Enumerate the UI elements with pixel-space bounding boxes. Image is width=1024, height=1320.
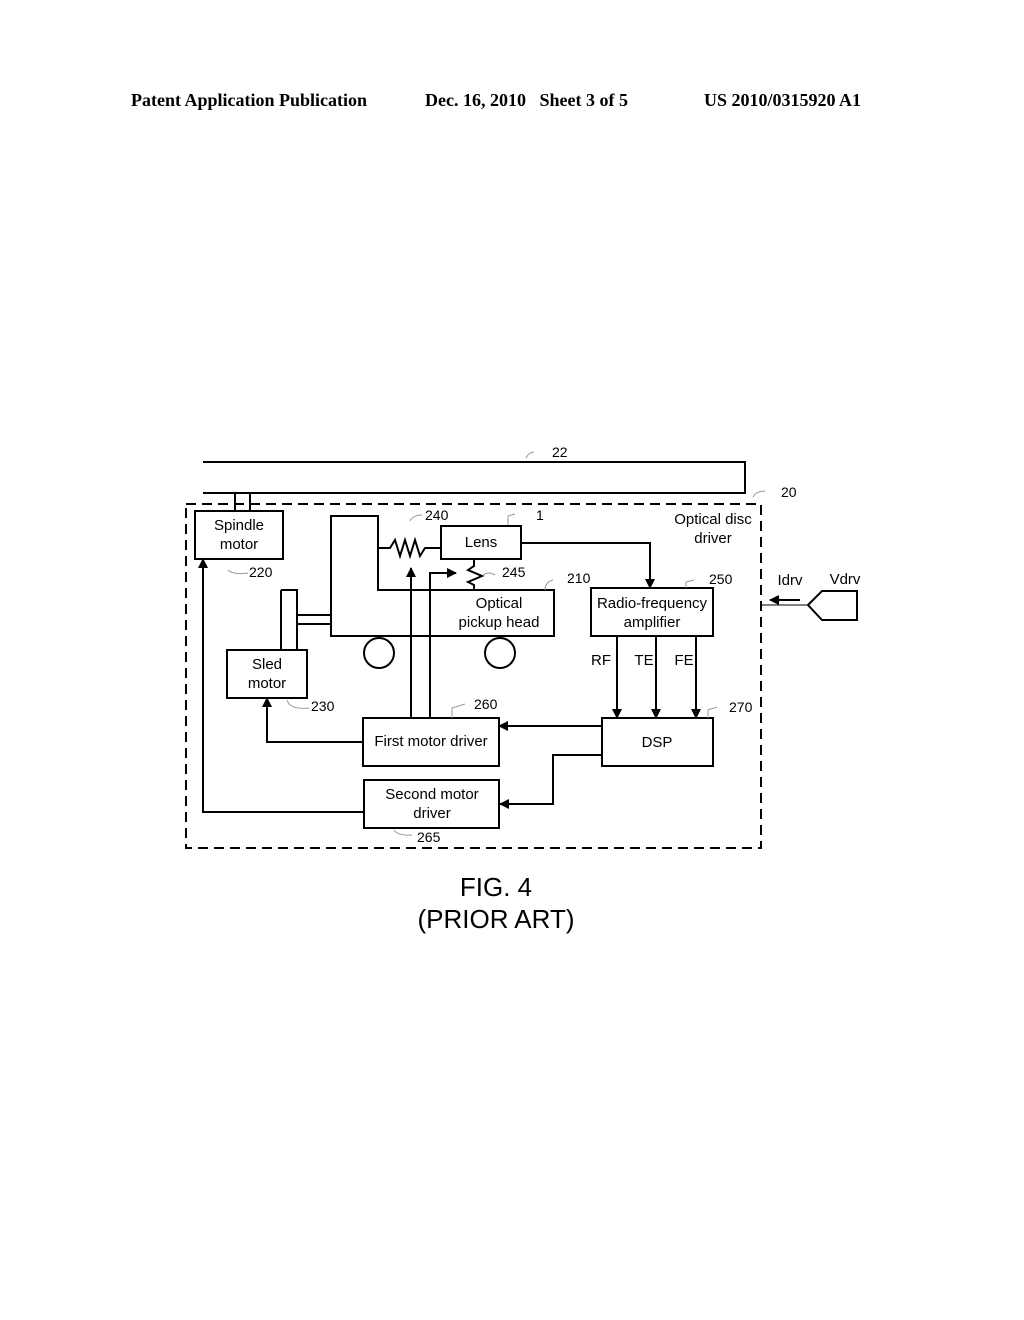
pickup-label-1: Optical: [476, 595, 523, 612]
leader-245: [482, 572, 496, 576]
spindle-label-1: Spindle: [214, 517, 264, 534]
ref-270: 270: [729, 699, 753, 715]
figure-note: (PRIOR ART): [418, 904, 575, 934]
signal-te: TE: [634, 652, 653, 669]
driver-label-1: Optical disc: [674, 511, 752, 528]
second-driver-label-2: driver: [413, 805, 451, 822]
wheel-left: [363, 637, 395, 669]
leader-240: [409, 514, 423, 522]
leader-210: [544, 579, 554, 591]
sled-label-1: Sled: [252, 656, 282, 673]
ref-240: 240: [425, 507, 449, 523]
figure-number: FIG. 4: [460, 872, 532, 902]
pickup-label-2: pickup head: [459, 614, 540, 631]
spring-245: [465, 559, 485, 590]
dsp-label: DSP: [642, 734, 673, 751]
signal-rf: RF: [591, 652, 611, 669]
leader-270: [707, 706, 718, 718]
ref-265: 265: [417, 829, 441, 845]
leader-250: [685, 579, 695, 588]
ref-245: 245: [502, 564, 526, 580]
sled-label-2: motor: [248, 675, 286, 692]
diagram: 22 20 Optical disc driver Spindle motor …: [185, 444, 861, 934]
optical-disc: [203, 461, 746, 494]
spring-240: [378, 536, 441, 560]
vdrv-source: [806, 590, 858, 621]
ref-22: 22: [552, 444, 568, 460]
driver-label-2: driver: [694, 530, 732, 547]
ref-20: 20: [781, 484, 797, 500]
rf-amp-label-1: Radio-frequency: [597, 595, 708, 612]
lens-label: Lens: [465, 534, 498, 551]
leader-22: [525, 451, 535, 459]
leader-1: [507, 513, 516, 525]
leader-220: [227, 569, 249, 575]
ref-250: 250: [709, 571, 733, 587]
sled-shaft: [280, 589, 331, 650]
first-driver-to-spring-245: [429, 568, 457, 718]
ref-230: 230: [311, 698, 335, 714]
rf-amp-label-2: amplifier: [624, 614, 681, 631]
vdrv-label: Vdrv: [830, 571, 861, 588]
ref-210: 210: [567, 570, 591, 586]
first-driver-label: First motor driver: [374, 733, 487, 750]
ref-1: 1: [536, 507, 544, 523]
leader-20: [752, 490, 766, 498]
ref-220: 220: [249, 564, 273, 580]
leader-265: [393, 829, 413, 836]
dsp-to-second-driver: [499, 754, 602, 809]
spindle-shaft: [234, 493, 251, 511]
leader-230: [286, 699, 310, 709]
leader-260: [451, 703, 466, 718]
idrv-label: Idrv: [777, 572, 803, 589]
signal-fe: FE: [674, 652, 693, 669]
wheel-right: [484, 637, 516, 669]
ref-260: 260: [474, 696, 498, 712]
spindle-label-2: motor: [220, 536, 258, 553]
second-driver-label-1: Second motor: [385, 786, 478, 803]
